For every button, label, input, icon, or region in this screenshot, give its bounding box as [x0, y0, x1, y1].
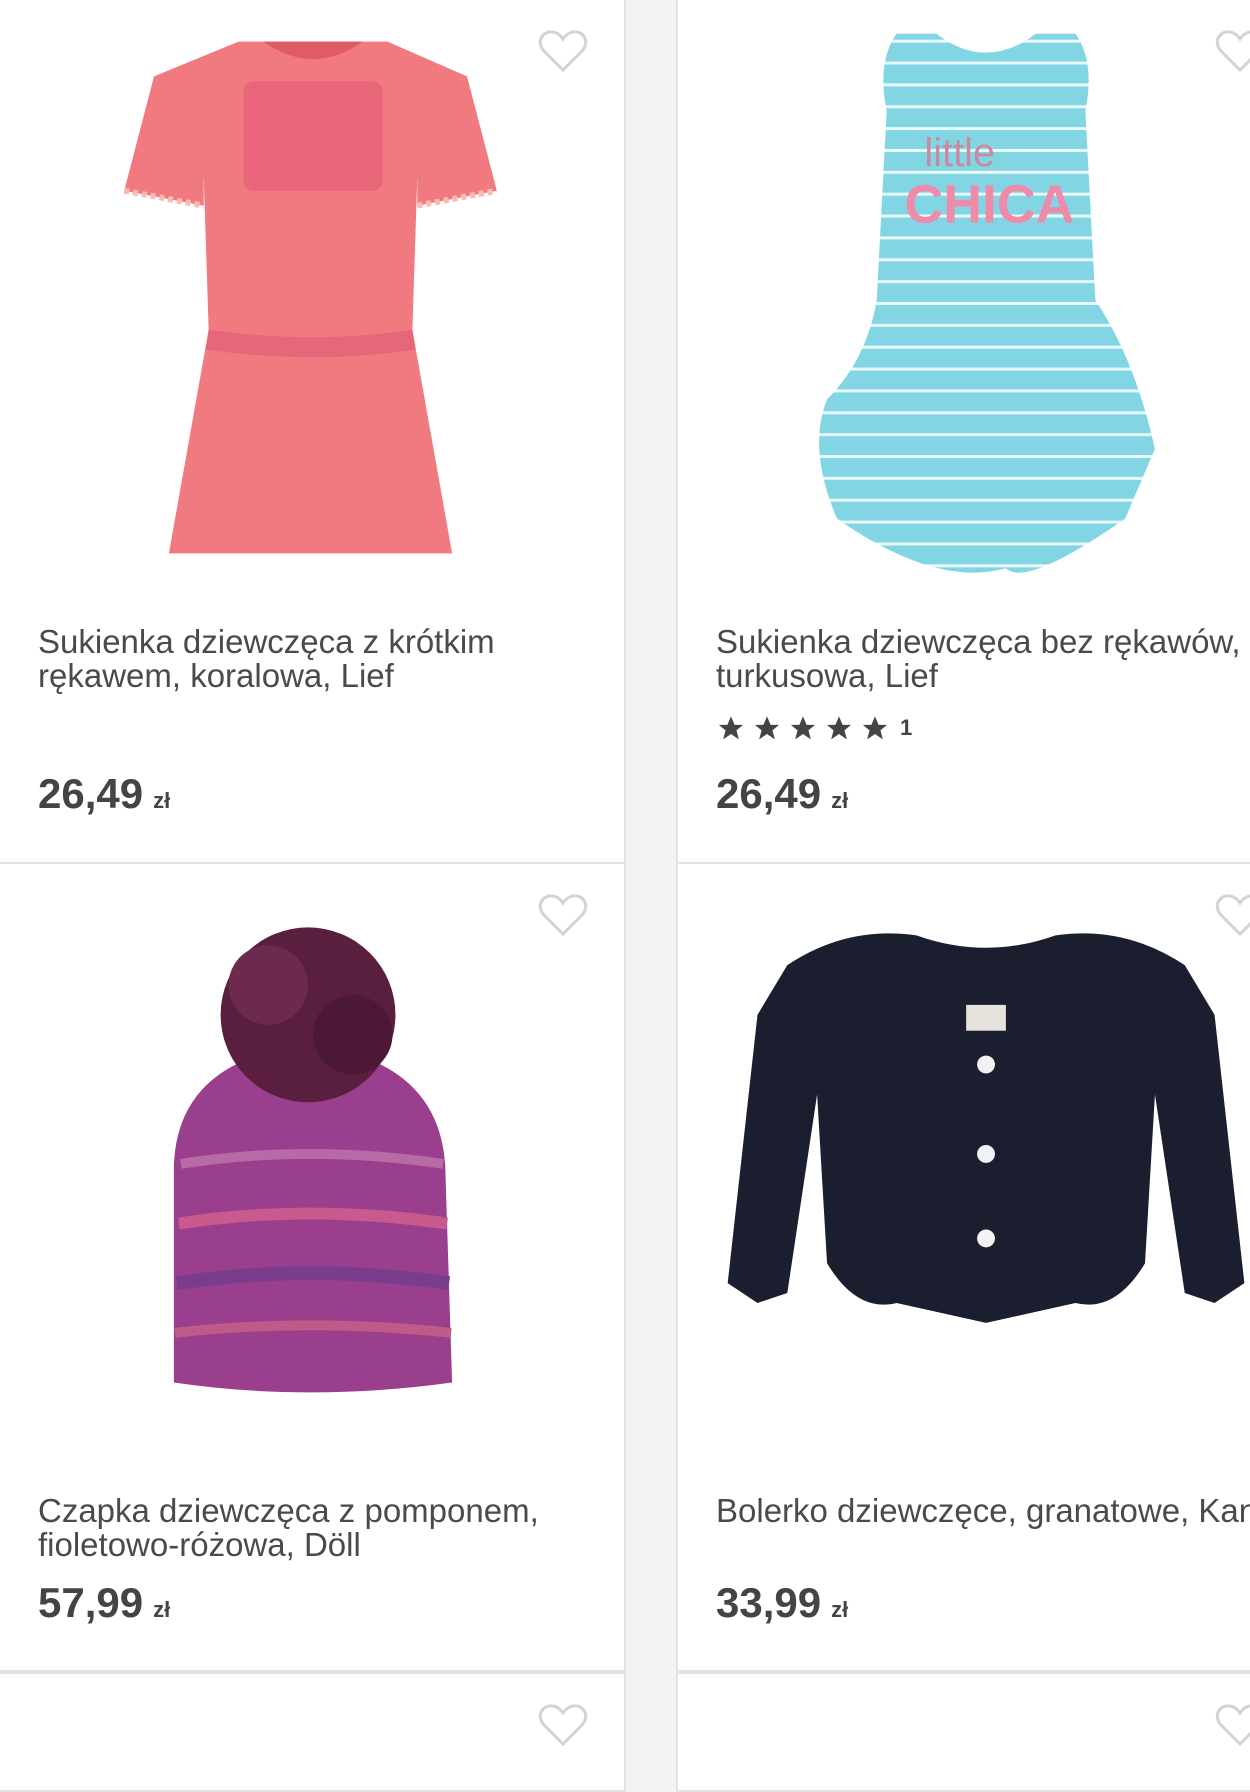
price-currency: zł	[153, 1597, 171, 1622]
product-price: 33,99 zł	[716, 1579, 848, 1627]
product-price: 26,49 zł	[716, 770, 848, 818]
product-image-coral-dress[interactable]	[0, 0, 624, 600]
product-title[interactable]: Bolerko dziewczęce, granatowe, Kanz	[716, 1494, 1250, 1528]
price-value: 57,99	[38, 1579, 144, 1626]
price-currency: zł	[153, 788, 171, 813]
product-card[interactable]: Sukienka dziewczęca z krótkim rękawem, k…	[0, 0, 626, 864]
heart-icon[interactable]	[538, 1702, 588, 1748]
review-count: 1	[900, 715, 913, 740]
price-currency: zł	[831, 1597, 849, 1622]
product-image-knit-hat-pompom[interactable]	[0, 864, 624, 1424]
product-card[interactable]	[0, 1672, 626, 1792]
rating-stars	[716, 714, 890, 743]
price-value: 33,99	[716, 1579, 822, 1626]
price-value: 26,49	[716, 770, 822, 817]
star-icon	[754, 715, 780, 739]
heart-icon[interactable]	[1215, 1702, 1250, 1748]
product-rating: 1	[716, 713, 912, 743]
product-title[interactable]: Czapka dziewczęca z pomponem, fioletowo-…	[38, 1494, 598, 1562]
product-price: 26,49 zł	[38, 770, 170, 818]
product-card[interactable]: Bolerko dziewczęce, granatowe, Kanz 33,9…	[676, 862, 1250, 1672]
product-card[interactable]: Czapka dziewczęca z pomponem, fioletowo-…	[0, 862, 626, 1672]
product-card[interactable]: little CHICA Sukienka dziewczęca bez ręk…	[676, 0, 1250, 864]
product-card[interactable]	[676, 1672, 1250, 1792]
price-currency: zł	[831, 788, 849, 813]
product-title[interactable]: Sukienka dziewczęca z krótkim rękawem, k…	[38, 625, 598, 693]
price-value: 26,49	[38, 770, 144, 817]
star-icon	[718, 715, 744, 739]
star-icon	[790, 715, 816, 739]
svg-text:CHICA: CHICA	[905, 174, 1075, 234]
product-image-turquoise-striped-dress[interactable]: little CHICA	[678, 0, 1250, 600]
product-price: 57,99 zł	[38, 1579, 170, 1627]
star-icon	[862, 715, 888, 739]
product-image-navy-bolero[interactable]	[678, 864, 1250, 1424]
product-title[interactable]: Sukienka dziewczęca bez rękawów, turkuso…	[716, 625, 1250, 693]
svg-text:little: little	[924, 131, 995, 175]
star-icon	[826, 715, 852, 739]
